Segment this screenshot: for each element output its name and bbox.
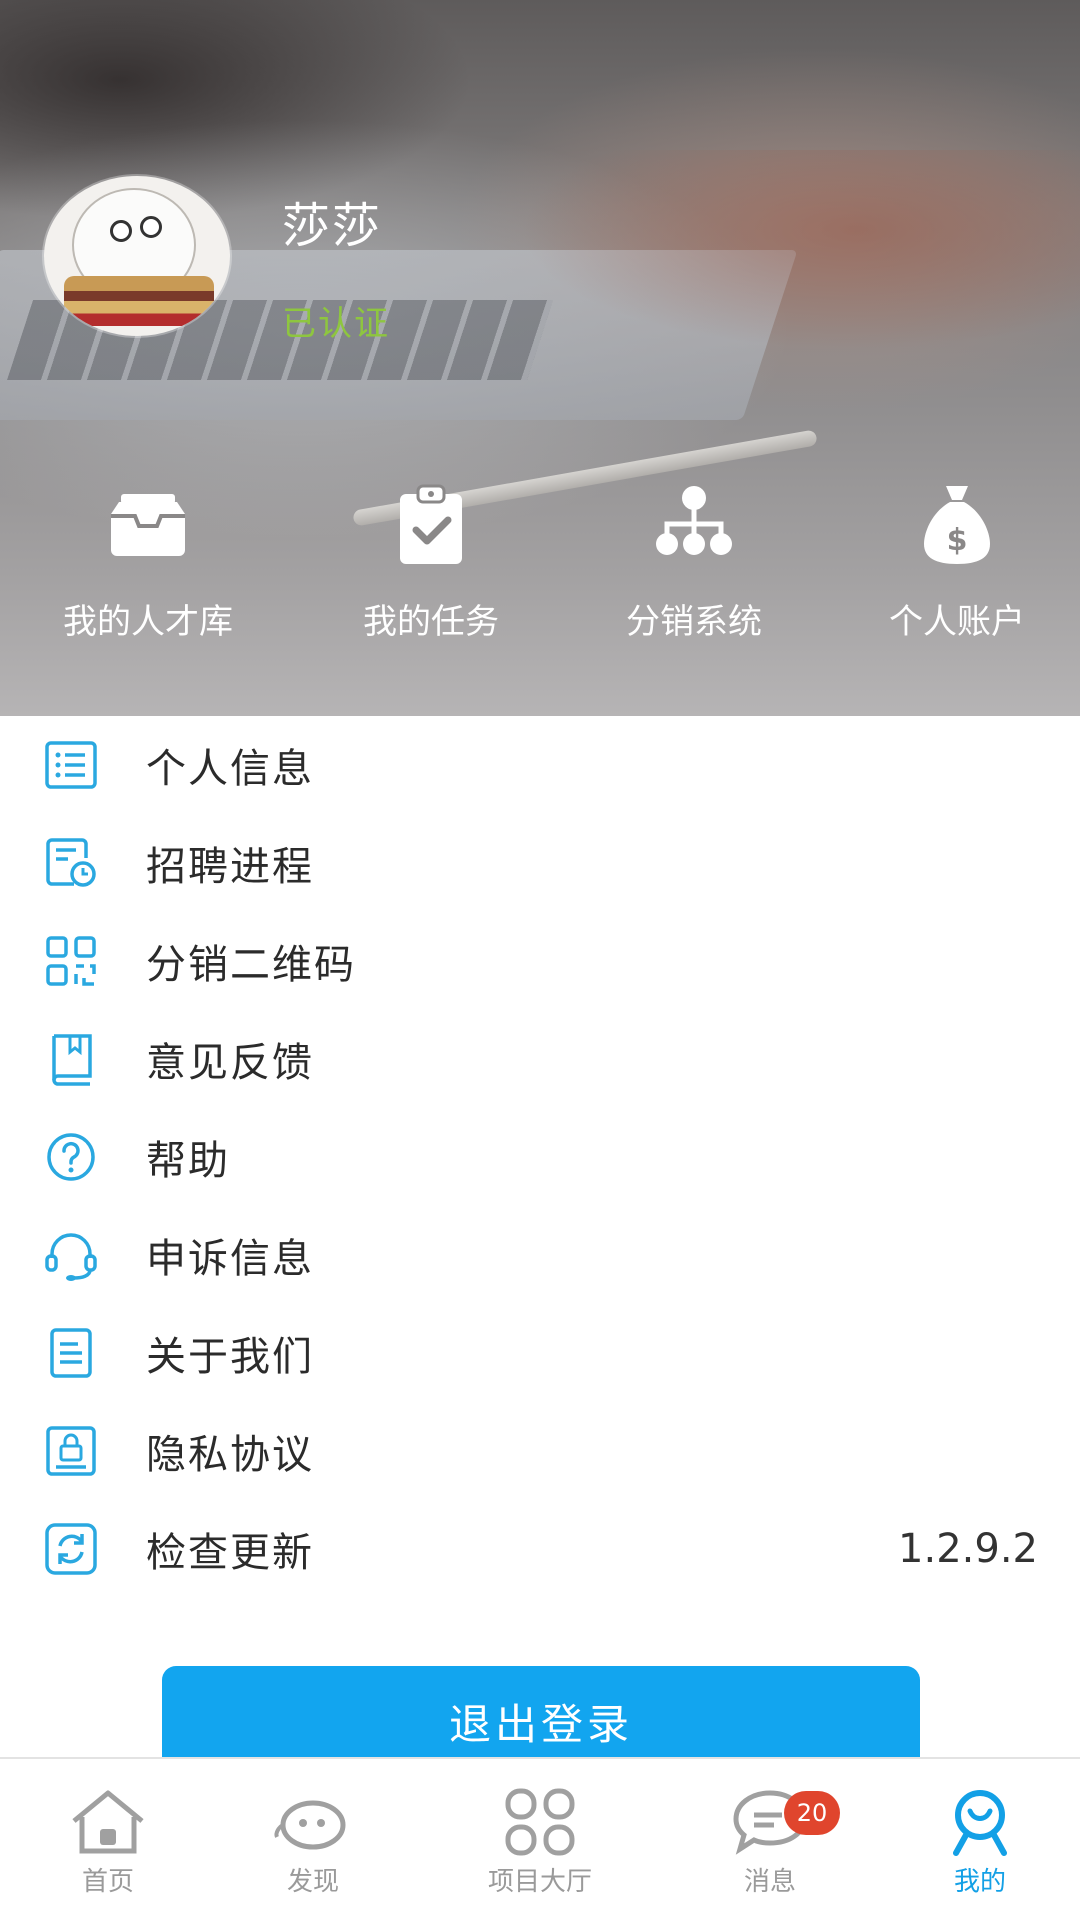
tab-home[interactable]: 首页: [0, 1759, 216, 1922]
document-icon: [50, 1328, 92, 1378]
avatar[interactable]: [44, 176, 230, 336]
quick-action-account[interactable]: $ 个人账户: [827, 480, 1080, 643]
menu-item-label: 关于我们: [146, 1334, 314, 1380]
menu-item-help[interactable]: 帮助: [0, 1108, 1080, 1206]
app-version: 1.2.9.2: [898, 1526, 1038, 1572]
menu-item-label: 招聘进程: [146, 844, 314, 890]
tab-label: 发现: [286, 1867, 339, 1897]
inbox-icon: [111, 494, 185, 556]
menu-item-about-us[interactable]: 关于我们: [0, 1304, 1080, 1402]
tab-messages[interactable]: 20 消息: [662, 1759, 878, 1922]
qr-code-icon: [46, 936, 96, 986]
menu-item-qr-code[interactable]: 分销二维码: [0, 912, 1080, 1010]
avatar-eye-left: [110, 220, 132, 242]
verified-status: 已认证: [282, 304, 390, 344]
tab-label: 项目大厅: [487, 1867, 592, 1897]
discover-icon: [274, 1800, 346, 1850]
grid-icon: [505, 1788, 575, 1856]
tab-label: 我的: [953, 1867, 1006, 1897]
menu-item-privacy[interactable]: 隐私协议: [0, 1402, 1080, 1500]
lock-document-icon: [46, 1426, 96, 1476]
background-hand: [520, 150, 1080, 350]
list-icon: [45, 741, 97, 789]
tab-mine[interactable]: 我的: [872, 1759, 1080, 1922]
headset-icon: [45, 1233, 97, 1281]
menu-item-label: 个人信息: [146, 746, 314, 792]
bottom-tab-bar: 首页 发现 项目大厅 20 消息 我的: [0, 1757, 1080, 1922]
profile-icon: [953, 1790, 1007, 1856]
tab-label: 首页: [81, 1867, 134, 1897]
clipboard-check-icon: [400, 484, 462, 564]
hierarchy-icon: [656, 486, 732, 555]
tab-project-hall[interactable]: 项目大厅: [432, 1759, 648, 1922]
quick-action-label: 我的任务: [363, 602, 499, 642]
menu-item-check-update[interactable]: 检查更新 1.2.9.2: [0, 1500, 1080, 1598]
menu-item-label: 隐私协议: [146, 1432, 314, 1478]
menu-item-personal-info[interactable]: 个人信息: [0, 716, 1080, 814]
quick-action-label: 个人账户: [889, 602, 1025, 642]
menu-item-label: 分销二维码: [146, 942, 356, 988]
user-name: 莎莎: [282, 198, 383, 254]
menu-item-appeal[interactable]: 申诉信息: [0, 1206, 1080, 1304]
message-count-badge: 20: [784, 1791, 840, 1835]
document-clock-icon: [46, 838, 96, 887]
menu-item-label: 申诉信息: [146, 1236, 314, 1282]
quick-action-tasks[interactable]: 我的任务: [301, 480, 561, 643]
menu-item-recruitment-progress[interactable]: 招聘进程: [0, 814, 1080, 912]
profile-header: 莎莎 已认证 我的人才库 我的任务 分销系统 $ 个人账户: [0, 0, 1080, 716]
tab-discover[interactable]: 发现: [205, 1759, 421, 1922]
quick-action-distribution[interactable]: 分销系统: [564, 480, 824, 643]
menu-item-feedback[interactable]: 意见反馈: [0, 1010, 1080, 1108]
quick-action-talent-pool[interactable]: 我的人才库: [18, 480, 278, 643]
svg-text:$: $: [947, 523, 968, 558]
settings-menu: 个人信息 招聘进程 分销二维码 意见反馈 帮助 申诉信息 关于我们 隐私协议 检…: [0, 716, 1080, 1598]
avatar-eye-right: [140, 216, 162, 238]
help-icon: [47, 1133, 95, 1181]
money-bag-icon: $: [924, 486, 990, 564]
home-icon: [72, 1790, 144, 1854]
menu-item-label: 意见反馈: [146, 1040, 314, 1086]
book-icon: [52, 1034, 92, 1086]
avatar-sandwich: [64, 276, 214, 326]
tab-label: 消息: [743, 1867, 796, 1897]
menu-item-label: 检查更新: [146, 1530, 314, 1576]
quick-action-label: 我的人才库: [63, 602, 233, 642]
menu-item-label: 帮助: [146, 1138, 230, 1184]
quick-action-label: 分销系统: [626, 602, 762, 642]
refresh-icon: [45, 1523, 97, 1575]
